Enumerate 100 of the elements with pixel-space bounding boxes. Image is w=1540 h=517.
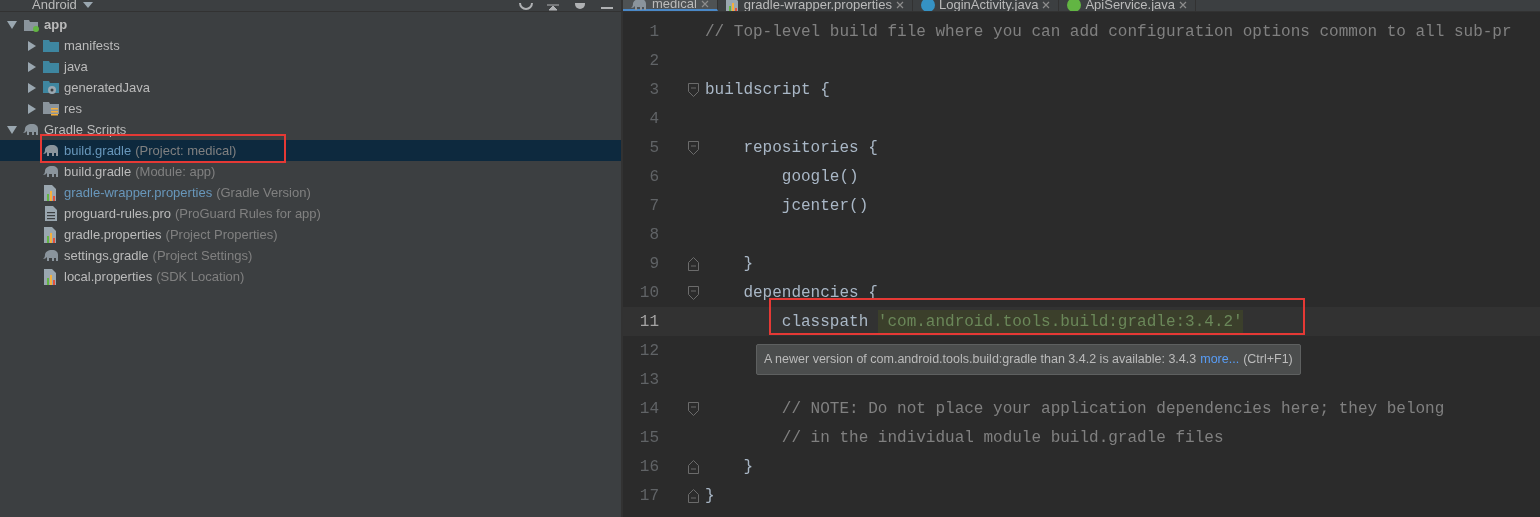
file-description: (Project Settings)	[152, 246, 253, 265]
interface-icon	[1067, 0, 1082, 11]
fold-marker-icon[interactable]	[688, 285, 699, 300]
file-description: (Project: medical)	[135, 141, 237, 160]
line-number: 11	[638, 311, 659, 333]
file-description: (SDK Location)	[156, 267, 245, 286]
file-description: (Module: app)	[135, 162, 216, 181]
tree-item[interactable]: java	[0, 56, 621, 77]
line-number: 10	[638, 282, 659, 304]
tree-item[interactable]: Gradle Scripts	[0, 119, 621, 140]
file-name: Gradle Scripts	[44, 120, 127, 139]
folder-icon	[43, 38, 59, 53]
resource-folder-icon	[43, 101, 59, 116]
tree-item[interactable]: manifests	[0, 35, 621, 56]
tree-item[interactable]: settings.gradle (Project Settings)	[0, 245, 621, 266]
close-icon[interactable]	[895, 1, 904, 9]
collapse-icon[interactable]	[547, 3, 559, 11]
elephant-icon	[42, 249, 60, 262]
line-number: 2	[648, 50, 659, 72]
editor-tab[interactable]: gradle-wrapper.properties	[717, 0, 913, 11]
code-text: }	[742, 456, 753, 478]
dropdown-caret-icon[interactable]	[82, 2, 93, 8]
elephant-icon	[42, 144, 60, 157]
line-number: 15	[638, 427, 659, 449]
tree-item[interactable]: build.gradle (Module: app)	[0, 161, 621, 182]
file-name: build.gradle	[64, 141, 132, 160]
file-name: java	[64, 57, 88, 76]
close-icon[interactable]	[1179, 1, 1188, 9]
more-link[interactable]: more...	[1200, 350, 1240, 369]
line-number: 8	[648, 224, 659, 246]
view-selector[interactable]: Android	[32, 0, 77, 11]
line-number: 1	[648, 21, 659, 43]
code-text: jcenter()	[780, 195, 869, 217]
tree-item[interactable]: build.gradle (Project: medical)	[0, 140, 621, 161]
line-number: 17	[638, 485, 659, 507]
tree-item[interactable]: gradle-wrapper.properties (Gradle Version)	[0, 182, 621, 203]
file-name: proguard-rules.pro	[64, 204, 171, 223]
close-icon[interactable]	[700, 0, 709, 8]
file-name: generatedJava	[64, 78, 150, 97]
line-number: 3	[648, 79, 659, 101]
line-number: 4	[648, 108, 659, 130]
elephant-icon	[631, 0, 648, 11]
collapsed-arrow-icon[interactable]	[27, 82, 37, 93]
code-text: }	[705, 485, 715, 507]
file-name: app	[44, 15, 68, 34]
elephant-icon	[42, 165, 60, 178]
shortcut-hint: (Ctrl+F1)	[1243, 351, 1293, 369]
code-text: google()	[780, 166, 859, 188]
string-literal: 'com.android.tools.build:gradle:3.4.2'	[877, 309, 1243, 334]
file-name: settings.gradle	[64, 246, 149, 265]
editor-tab[interactable]: ApiService.java	[1059, 0, 1197, 11]
file-name: build.gradle	[64, 162, 132, 181]
bar-chart-file-icon	[44, 268, 58, 285]
bar-chart-file-icon	[44, 184, 58, 201]
file-name: res	[64, 99, 83, 118]
code-comment: // NOTE: Do not place your application dependencies here; they belong	[780, 398, 1445, 420]
file-description: (Project Properties)	[165, 225, 278, 244]
editor-tab[interactable]: LoginActivity.java	[912, 0, 1060, 11]
file-name: manifests	[64, 36, 120, 55]
line-number: 7	[648, 195, 659, 217]
fold-end-icon[interactable]	[688, 459, 699, 474]
fold-end-icon[interactable]	[688, 488, 699, 503]
close-icon[interactable]	[1042, 1, 1051, 9]
class-icon	[920, 0, 935, 11]
minimize-icon[interactable]	[601, 7, 613, 11]
line-number: 9	[648, 253, 659, 275]
line-number: 16	[638, 456, 659, 478]
fold-marker-icon[interactable]	[688, 140, 699, 155]
gear-folder-icon	[43, 80, 59, 95]
tree-item[interactable]: app	[0, 14, 621, 35]
tree-item[interactable]: gradle.properties (Project Properties)	[0, 224, 621, 245]
line-number: 13	[638, 369, 659, 391]
fold-marker-icon[interactable]	[688, 82, 699, 97]
line-number: 5	[648, 137, 659, 159]
expanded-arrow-icon[interactable]	[7, 124, 17, 135]
folder-icon	[43, 59, 59, 74]
code-comment: // Top-level build file where you can add configuration options common to all sub-pr	[705, 21, 1512, 43]
code-text: }	[742, 253, 753, 275]
file-name: local.properties	[64, 267, 153, 286]
tree-item[interactable]: generatedJava	[0, 77, 621, 98]
tree-item[interactable]: local.properties (SDK Location)	[0, 266, 621, 287]
file-description: (ProGuard Rules for app)	[174, 204, 321, 223]
line-number: 12	[638, 340, 659, 362]
fold-marker-icon[interactable]	[688, 401, 699, 416]
line-number: 6	[648, 166, 659, 188]
file-name: gradle.properties	[64, 225, 162, 244]
collapsed-arrow-icon[interactable]	[27, 103, 37, 114]
fold-end-icon[interactable]	[688, 256, 699, 271]
tree-item[interactable]: res	[0, 98, 621, 119]
collapsed-arrow-icon[interactable]	[27, 40, 37, 51]
code-text: repositories {	[742, 137, 878, 159]
expanded-arrow-icon[interactable]	[7, 19, 17, 30]
tooltip-text: A newer version of com.android.tools.build:gradle than 3.4.2 is available: 3.4.3	[764, 351, 1197, 369]
code-text: classpath	[780, 311, 870, 333]
collapsed-arrow-icon[interactable]	[27, 61, 37, 72]
bar-chart-file-icon	[725, 0, 740, 11]
line-number: 14	[638, 398, 659, 420]
file-name: gradle-wrapper.properties	[64, 183, 213, 202]
tree-item[interactable]: proguard-rules.pro (ProGuard Rules for app)	[0, 203, 621, 224]
text-file-icon	[45, 206, 57, 221]
